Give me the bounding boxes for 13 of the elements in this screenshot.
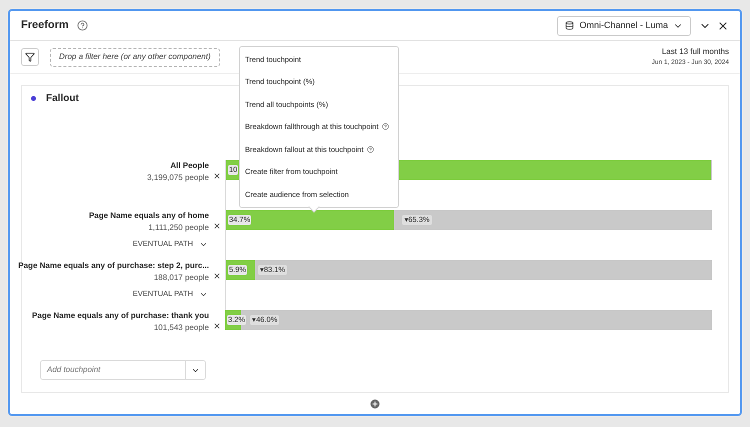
people-count: 188,017 people — [154, 272, 209, 284]
touchpoint-name: All People — [170, 160, 209, 172]
people-count: 1,111,250 people — [148, 222, 209, 234]
date-range-label[interactable]: Last 13 full months — [662, 46, 729, 58]
data-view-dropdown[interactable]: Omni-Channel - Luma — [557, 16, 691, 36]
filter-drop-zone[interactable]: Drop a filter here (or any other component) — [50, 48, 220, 66]
touchpoint-name: Page Name equals any of home — [88, 210, 209, 222]
people-count: 101,543 people — [154, 322, 209, 334]
visualization-title: Fallout — [46, 92, 79, 106]
touchpoint-name: Page Name equals any of purchase: thank you — [32, 310, 209, 322]
touchpoint-name: Page Name equals any of purchase: step 2, purc... — [18, 260, 209, 272]
people-count: 3,199,075 people — [147, 172, 209, 184]
panel-title: Freeform — [21, 18, 69, 34]
